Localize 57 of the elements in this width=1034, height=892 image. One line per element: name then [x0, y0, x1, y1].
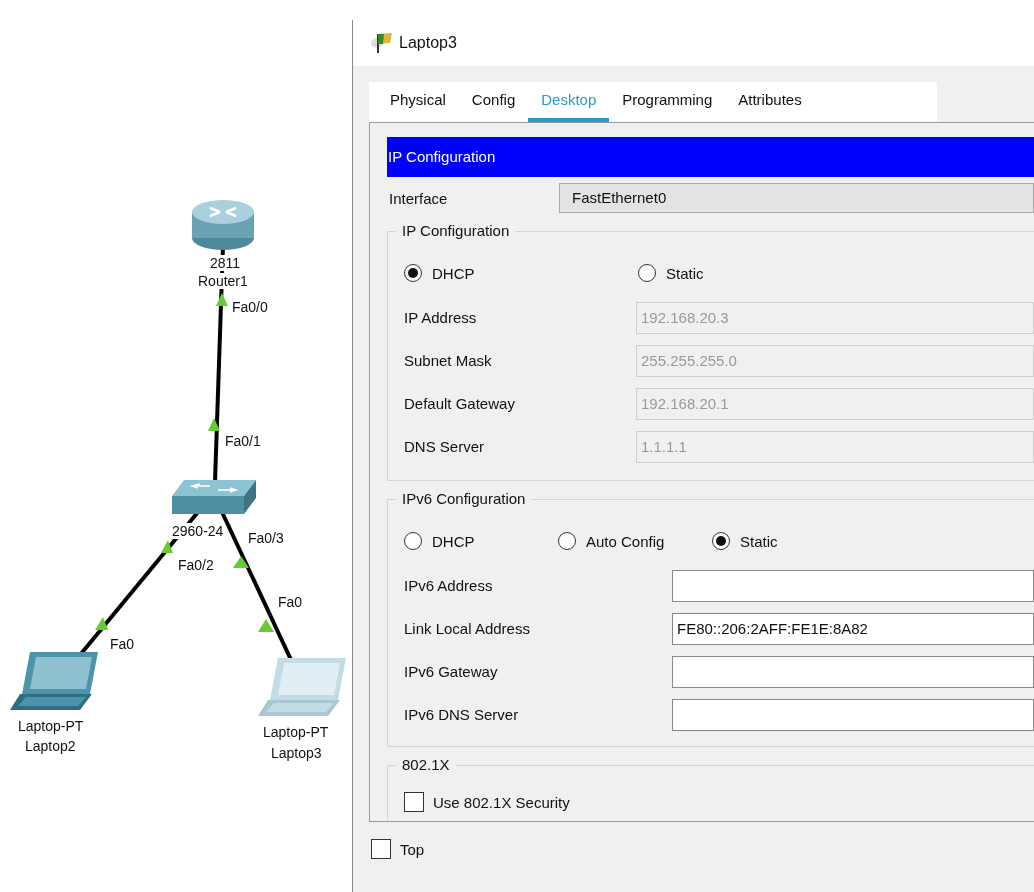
- field-label: Link Local Address: [404, 620, 531, 637]
- tab[interactable]: Programming: [609, 91, 726, 122]
- field-label: IP Address: [404, 309, 478, 326]
- radio-button[interactable]: [712, 532, 730, 550]
- device-label: 2960-24: [172, 523, 224, 539]
- interface-dropdown[interactable]: FastEthernet0: [559, 183, 1034, 213]
- device-label: Router1: [198, 273, 248, 289]
- port-label: Fa0/3: [248, 530, 284, 546]
- checkbox[interactable]: [371, 839, 391, 859]
- link-status-icon: [216, 293, 228, 306]
- device-label: Laptop-PT: [263, 724, 329, 740]
- checkbox-label: Top: [400, 840, 425, 858]
- link-status-icon: [95, 617, 108, 630]
- window-title: Laptop3: [399, 34, 457, 52]
- radio-button[interactable]: [404, 264, 422, 282]
- tab[interactable]: Config: [458, 91, 529, 122]
- field-label: Subnet Mask: [404, 352, 493, 369]
- field-label: DNS Server: [404, 438, 486, 455]
- port-label: Fa0/1: [225, 433, 261, 449]
- input-field[interactable]: FE80::206:2AFF:FE1E:8A82: [672, 612, 1034, 645]
- radio-button[interactable]: [558, 532, 576, 550]
- device-label: Laptop3: [271, 745, 322, 761]
- link-status-icon: [258, 619, 274, 632]
- radio-label: DHCP: [432, 264, 475, 282]
- input-field[interactable]: [672, 698, 1034, 731]
- checkbox[interactable]: [404, 792, 424, 812]
- radio-button[interactable]: [404, 532, 422, 550]
- group-title: IP Configuration: [396, 222, 516, 239]
- field-label: IPv6 DNS Server: [404, 706, 520, 723]
- device-label: Laptop-PT: [18, 718, 84, 734]
- port-label: Fa0: [110, 636, 135, 652]
- checkbox-label: Use 802.1X Security: [433, 793, 570, 811]
- field-label: IPv6 Address: [404, 577, 494, 594]
- radio-label: Static: [666, 264, 704, 282]
- radio-label: Static: [740, 532, 778, 550]
- field-label: IPv6 Gateway: [404, 663, 499, 680]
- tab[interactable]: Attributes: [725, 91, 815, 122]
- input-field[interactable]: [672, 569, 1034, 602]
- link-status-icon: [208, 418, 220, 431]
- flag-icon: [369, 31, 395, 55]
- port-label: Fa0/0: [232, 299, 268, 315]
- device-label: Laptop2: [25, 738, 76, 754]
- radio-label: DHCP: [432, 532, 475, 550]
- field-label: Interface: [388, 189, 449, 207]
- radio-label: Auto Config: [586, 532, 665, 550]
- tab[interactable]: Physical: [377, 91, 459, 122]
- input-field[interactable]: [672, 655, 1034, 688]
- radio-button[interactable]: [638, 264, 656, 282]
- link-status-icon: [161, 540, 173, 553]
- section-header: IP Configuration: [387, 137, 1034, 177]
- link-status-icon: [233, 556, 249, 568]
- group-title: IPv6 Configuration: [396, 490, 532, 507]
- field-label: Default Gateway: [404, 395, 516, 412]
- router-icon[interactable]: [190, 198, 256, 252]
- port-label: Fa0: [278, 594, 303, 610]
- device-label: 2811: [210, 255, 241, 271]
- port-label: Fa0/2: [178, 557, 214, 573]
